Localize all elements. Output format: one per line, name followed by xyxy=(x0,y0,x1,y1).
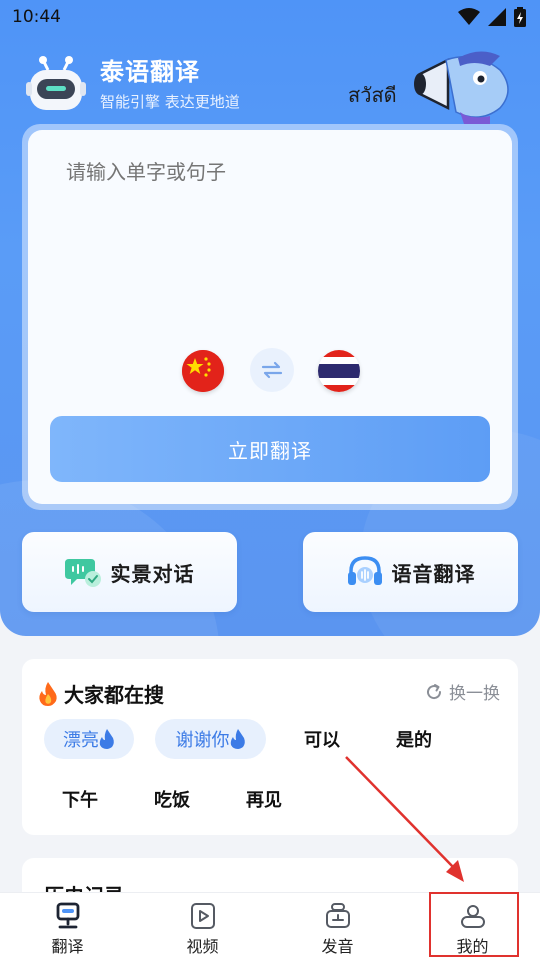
hot-tag[interactable]: 漂亮 xyxy=(44,719,134,759)
chat-bubble-icon xyxy=(64,559,101,587)
fire-icon xyxy=(39,681,57,706)
app-title: 泰语翻译 xyxy=(100,58,200,86)
hot-tag[interactable]: 谢谢你 xyxy=(155,719,266,759)
translation-input-card: 立即翻译 xyxy=(22,124,518,510)
scene-dialogue-button[interactable]: 实景对话 xyxy=(22,532,237,612)
brand: 泰语翻译 智能引擎 表达更地道 xyxy=(24,52,240,112)
tab-translate[interactable]: 翻译 xyxy=(0,893,135,960)
search-tag[interactable]: 吃饭 xyxy=(136,779,208,819)
search-tag[interactable]: 下午 xyxy=(44,779,116,819)
translate-now-button[interactable]: 立即翻译 xyxy=(50,416,490,482)
source-text-input[interactable] xyxy=(66,160,486,184)
headphones-icon xyxy=(347,556,382,585)
status-bar: 10:44 xyxy=(0,0,540,34)
tab-video[interactable]: 视频 xyxy=(135,893,270,960)
tab-translate-label: 翻译 xyxy=(51,937,84,956)
voice-translate-label: 语音翻译 xyxy=(391,561,476,586)
tab-pronunciation[interactable]: 发音 xyxy=(270,893,405,960)
blue-fire-icon xyxy=(99,729,114,749)
battery-icon xyxy=(514,7,526,27)
signal-icon xyxy=(488,8,506,26)
translate-tab-icon xyxy=(56,902,79,929)
voice-translate-button[interactable]: 语音翻译 xyxy=(303,532,518,612)
search-tag[interactable]: 可以 xyxy=(286,719,358,759)
scene-dialogue-label: 实景对话 xyxy=(110,561,195,586)
mascot-illustration: สวัสดี xyxy=(340,46,520,126)
annotation-highlight-box xyxy=(429,892,519,957)
language-selector xyxy=(28,346,512,394)
swap-language-button[interactable] xyxy=(250,348,294,392)
blue-fire-icon xyxy=(230,729,245,749)
refresh-icon xyxy=(427,683,442,699)
tab-pronunciation-label: 发音 xyxy=(321,937,354,956)
status-icons xyxy=(458,7,526,27)
swap-arrows-icon xyxy=(261,361,283,379)
mascot-greeting: สวัสดี xyxy=(348,83,397,107)
thai-flag-icon xyxy=(318,350,360,392)
refresh-label: 换一换 xyxy=(449,684,500,704)
tag-text: 漂亮 xyxy=(63,730,99,751)
search-tag[interactable]: 再见 xyxy=(228,779,300,819)
hot-search-card: 大家都在搜 换一换 漂亮 谢谢你 可以 是的 下午 吃饭 再见 xyxy=(22,659,518,835)
search-tag[interactable]: 是的 xyxy=(378,719,450,759)
robot-logo-icon xyxy=(26,56,86,110)
app-subtitle: 智能引擎 表达更地道 xyxy=(100,93,240,111)
tab-video-label: 视频 xyxy=(186,937,219,956)
status-time: 10:44 xyxy=(12,7,61,27)
source-language-button[interactable] xyxy=(182,350,224,392)
tag-text: 谢谢你 xyxy=(175,730,230,751)
hot-search-title: 大家都在搜 xyxy=(38,679,164,708)
hot-search-title-text: 大家都在搜 xyxy=(64,683,164,707)
refresh-button[interactable]: 换一换 xyxy=(425,679,500,704)
target-language-button[interactable] xyxy=(318,350,360,392)
wifi-icon xyxy=(458,8,480,25)
video-play-icon xyxy=(190,903,215,929)
pronunciation-icon xyxy=(325,903,350,928)
chinese-flag-icon xyxy=(182,350,224,392)
input-panel: 立即翻译 xyxy=(28,130,512,504)
